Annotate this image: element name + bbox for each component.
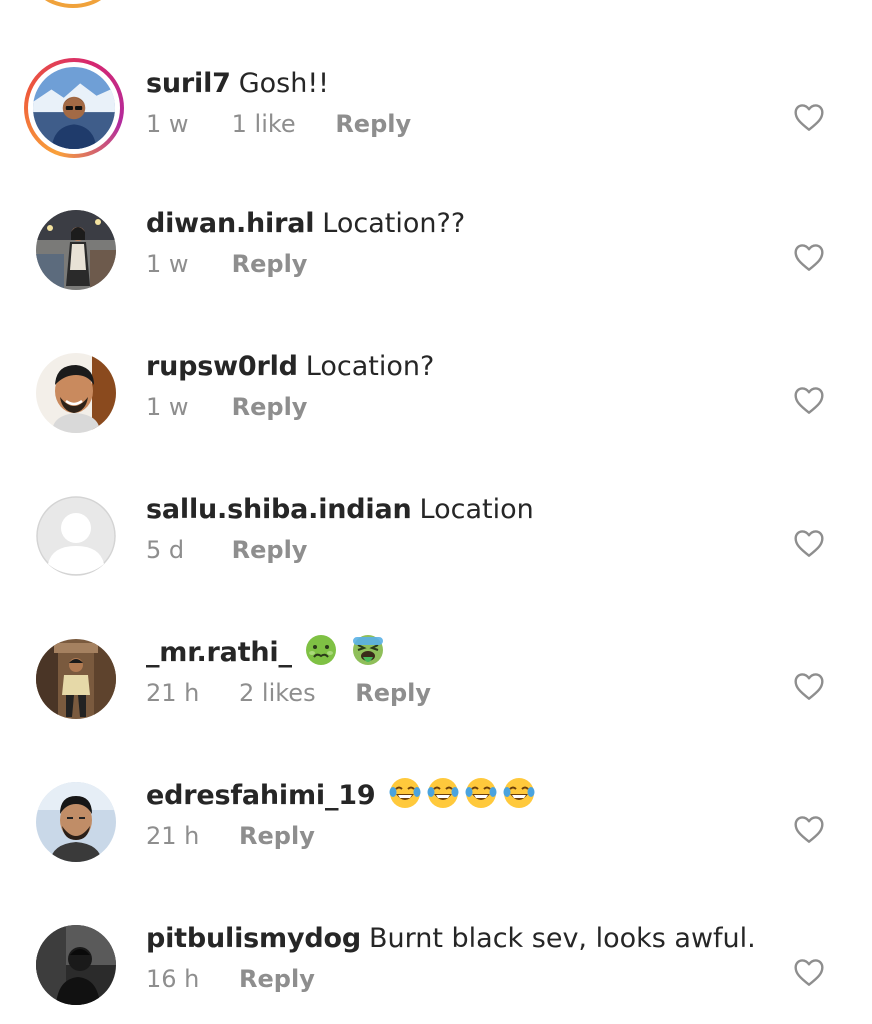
avatar-story-ring[interactable] [24,58,124,158]
vomiting-face-emoji [351,633,385,667]
reply-button[interactable]: Reply [335,110,411,138]
comment-meta: 16 h Reply [146,965,762,993]
heart-outline-icon[interactable] [793,102,825,132]
heart-outline-icon[interactable] [793,385,825,415]
comment-username[interactable]: sallu.shiba.indian [146,494,412,525]
comment-body: sallu.shiba.indian Location 5 d Reply [146,490,762,564]
avatar[interactable] [36,925,116,1005]
comment-time: 21 h [146,679,200,707]
comment-meta: 1 w Reply [146,393,762,421]
tears-of-joy-emoji [426,776,460,810]
comment-item: suril7 Gosh!! 1 w 1 like Reply [0,58,872,203]
comment-text: Gosh!! [238,68,329,99]
comment-time: 1 w [146,393,189,421]
comment-text: Location? [305,351,435,382]
partial-avatar-previous-comment [30,0,116,8]
tears-of-joy-emoji [502,776,536,810]
avatar-default[interactable] [36,496,116,576]
reply-button[interactable]: Reply [232,536,308,564]
heart-outline-icon[interactable] [793,957,825,987]
comment-username[interactable]: pitbulismydog [146,923,361,954]
comment-item: pitbulismydog Burnt black sev, looks awfu… [0,915,872,1024]
comment-time: 1 w [146,110,189,138]
comment-likes-count[interactable]: 2 likes [239,679,316,707]
comment-time: 16 h [146,965,200,993]
avatar[interactable] [33,67,115,149]
comment-meta: 5 d Reply [146,536,762,564]
comment-body: suril7 Gosh!! 1 w 1 like Reply [146,64,762,138]
comment-item: diwan.hiral Location?? 1 w Reply [0,200,872,343]
tears-of-joy-emoji [388,776,422,810]
comment-text: Location [419,494,534,525]
comment-time: 1 w [146,250,189,278]
comment-body: edresfahimi_19 21 h Reply [146,776,762,850]
comment-time: 5 d [146,536,185,564]
nauseated-face-emoji [304,633,338,667]
comment-username[interactable]: suril7 [146,68,231,99]
heart-outline-icon[interactable] [793,671,825,701]
comment-text: Burnt black sev, looks awful. [368,923,756,954]
comment-meta: 21 h 2 likes Reply [146,679,762,707]
tears-of-joy-emoji [464,776,498,810]
avatar[interactable] [36,639,116,719]
heart-outline-icon[interactable] [793,242,825,272]
reply-button[interactable]: Reply [232,250,308,278]
comment-item: sallu.shiba.indian Location 5 d Reply [0,486,872,629]
comment-meta: 21 h Reply [146,822,762,850]
heart-outline-icon[interactable] [793,528,825,558]
comments-screen: suril7 Gosh!! 1 w 1 like Reply diwan.hir… [0,0,872,1024]
avatar[interactable] [36,782,116,862]
reply-button[interactable]: Reply [239,965,315,993]
reply-button[interactable]: Reply [232,393,308,421]
comment-username[interactable]: rupsw0rld [146,351,298,382]
avatar[interactable] [36,210,116,290]
comment-body: _mr.rathi_ 21 h 2 likes Reply [146,633,762,707]
heart-outline-icon[interactable] [793,814,825,844]
reply-button[interactable]: Reply [239,822,315,850]
comment-body: rupsw0rld Location? 1 w Reply [146,347,762,421]
comment-text: Location?? [322,208,466,239]
comment-meta: 1 w 1 like Reply [146,110,762,138]
comment-item: rupsw0rld Location? 1 w Reply [0,343,872,486]
comment-time: 21 h [146,822,200,850]
comment-username[interactable]: _mr.rathi_ [146,637,292,668]
comment-item: edresfahimi_19 21 h Reply [0,772,872,915]
avatar[interactable] [36,353,116,433]
reply-button[interactable]: Reply [355,679,431,707]
comment-body: pitbulismydog Burnt black sev, looks awfu… [146,919,762,993]
comment-body: diwan.hiral Location?? 1 w Reply [146,204,762,278]
comment-likes-count[interactable]: 1 like [232,110,296,138]
comment-username[interactable]: diwan.hiral [146,208,314,239]
comment-meta: 1 w Reply [146,250,762,278]
comment-item: _mr.rathi_ 21 h 2 likes Reply [0,629,872,772]
comment-username[interactable]: edresfahimi_19 [146,780,376,811]
